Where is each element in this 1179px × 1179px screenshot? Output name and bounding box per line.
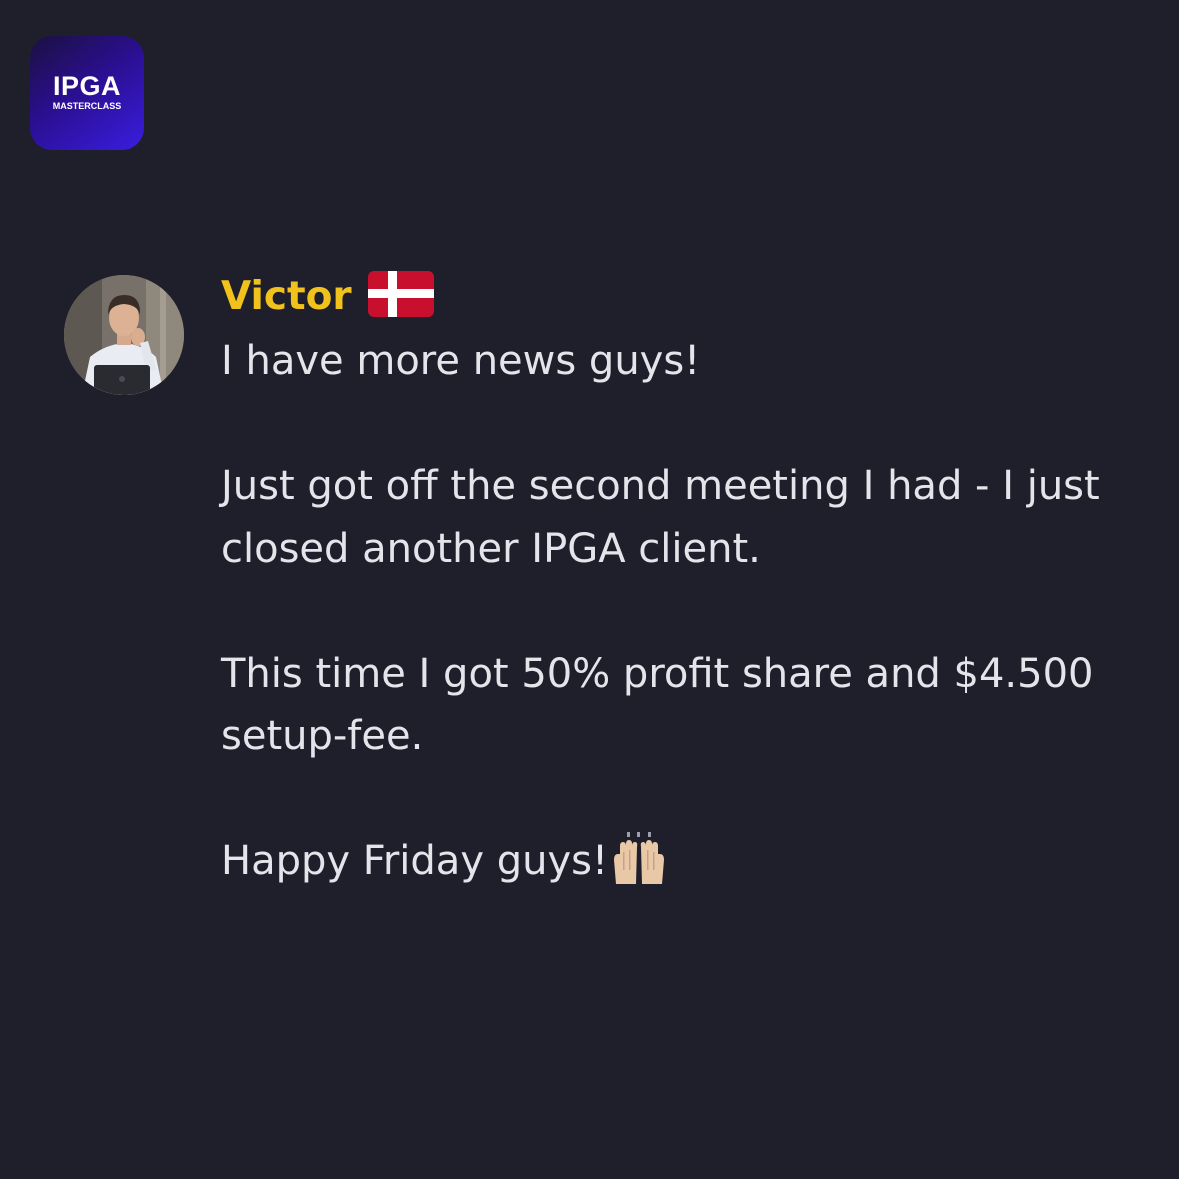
logo-subtitle: MASTERCLASS <box>52 101 122 111</box>
author-name[interactable]: Victor <box>221 274 352 319</box>
denmark-flag-icon <box>367 271 434 321</box>
chat-message: Victor I have more news guys! Just got o… <box>221 262 1151 905</box>
avatar-photo <box>64 275 184 395</box>
message-paragraph: I have more news guys! <box>221 338 701 384</box>
message-paragraph-text: Happy Friday guys! <box>221 838 608 884</box>
ipga-masterclass-logo: IPGA MASTERCLASS <box>30 36 144 150</box>
message-paragraph: Just got off the second meeting I had - … <box>221 463 1100 572</box>
message-body: I have more news guys! Just got off the … <box>221 330 1151 905</box>
raised-hands-icon <box>610 832 668 905</box>
message-header: Victor <box>221 262 1151 330</box>
message-paragraph: This time I got 50% profit share and $4.… <box>221 650 1094 760</box>
message-paragraph-last: Happy Friday guys! <box>221 830 1151 905</box>
avatar[interactable] <box>64 275 184 395</box>
logo-title: IPGA <box>52 71 121 101</box>
